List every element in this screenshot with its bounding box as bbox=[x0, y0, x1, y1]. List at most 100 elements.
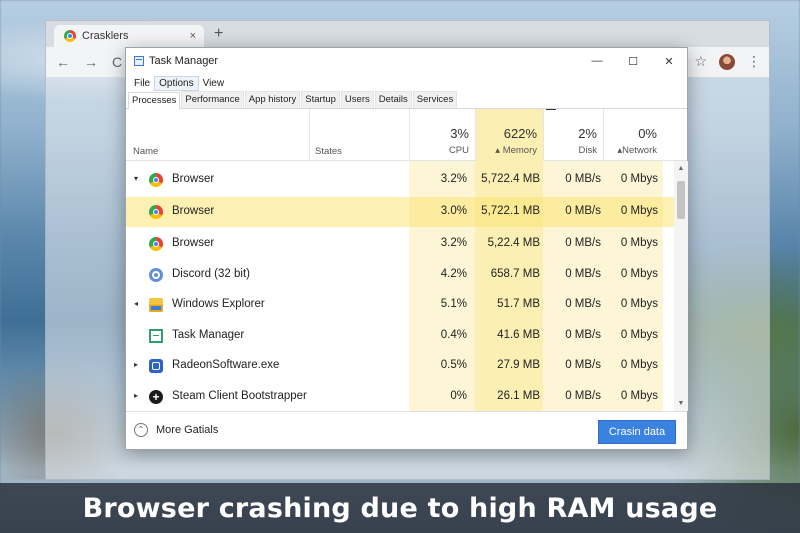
radeon-icon bbox=[149, 359, 163, 373]
reload-icon[interactable]: C bbox=[112, 54, 122, 70]
cpu-value: 4.2% bbox=[440, 268, 467, 280]
browser-tabstrip: Crasklers × + bbox=[46, 21, 769, 47]
scroll-down-icon[interactable]: ▼ bbox=[674, 400, 688, 407]
disk-value: 0 MB/s bbox=[565, 298, 601, 310]
tab-startup[interactable]: Startup bbox=[301, 91, 340, 108]
tab-processes[interactable]: Processes bbox=[128, 92, 181, 109]
chevron-up-icon[interactable]: ⌃ bbox=[134, 423, 148, 437]
vertical-scrollbar[interactable]: ▲ ▼ bbox=[674, 161, 688, 411]
profile-avatar[interactable] bbox=[719, 53, 735, 70]
tab-app-history[interactable]: App history bbox=[244, 91, 301, 108]
process-name: Windows Explorer bbox=[172, 298, 265, 310]
memory-label-wrap: ▴ Memory bbox=[495, 145, 537, 156]
column-disk[interactable]: 2% Disk bbox=[543, 109, 603, 161]
more-details-link[interactable]: More Gatials bbox=[156, 424, 218, 436]
task-manager-app-icon bbox=[134, 56, 144, 66]
disk-label: Disk bbox=[578, 145, 597, 156]
column-cpu[interactable]: 3% CPU bbox=[409, 109, 475, 161]
disk-value: 0 MB/s bbox=[565, 329, 601, 341]
close-tab-icon[interactable]: × bbox=[190, 30, 196, 42]
network-total: 0% bbox=[638, 126, 657, 141]
browser-menu-icon[interactable]: ⋮ bbox=[747, 53, 761, 70]
table-row[interactable]: Task Manager 0.4% 41.6 MB 0 MB/s 0 Mbys bbox=[126, 321, 674, 351]
memory-value: 41.6 MB bbox=[497, 329, 540, 341]
table-row[interactable]: Discord (32 bit) 4.2% 658.7 MB 0 MB/s 0 Mbys bbox=[126, 260, 674, 290]
disk-value: 0 MB/s bbox=[565, 173, 601, 185]
column-name[interactable]: Name bbox=[133, 146, 158, 157]
disk-value: 0 MB/s bbox=[565, 205, 601, 217]
cpu-value: 0% bbox=[450, 390, 467, 402]
new-tab-button[interactable]: + bbox=[214, 25, 223, 43]
cpu-value: 3.2% bbox=[440, 237, 467, 249]
tab-performance[interactable]: Performance bbox=[181, 91, 244, 108]
process-name: Browser bbox=[172, 173, 215, 185]
cpu-value: 5.1% bbox=[440, 298, 467, 310]
minimize-button[interactable]: — bbox=[579, 48, 615, 74]
steam-icon: + bbox=[149, 390, 163, 404]
chrome-icon bbox=[149, 205, 163, 219]
column-status-cell[interactable]: States bbox=[309, 109, 409, 161]
menu-options[interactable]: Options bbox=[154, 75, 199, 91]
menu-bar: File Options View bbox=[126, 74, 687, 92]
forward-icon[interactable]: → bbox=[84, 54, 98, 70]
discord-icon bbox=[149, 268, 163, 282]
memory-value: 51.7 MB bbox=[497, 298, 540, 310]
end-task-button[interactable]: Crasin data bbox=[598, 420, 676, 444]
title-bar: Task Manager — ☐ ✕ bbox=[126, 48, 687, 74]
bookmark-star-icon[interactable]: ☆ bbox=[694, 53, 707, 70]
maximize-button[interactable]: ☐ bbox=[615, 48, 651, 74]
network-value: 0 Mbys bbox=[620, 268, 658, 280]
network-value: 0 Mbys bbox=[620, 173, 658, 185]
caption-text: Browser crashing due to high RAM usage bbox=[82, 492, 718, 524]
cpu-total: 3% bbox=[450, 126, 469, 141]
tab-users[interactable]: Users bbox=[340, 91, 374, 108]
disk-value: 0 MB/s bbox=[565, 390, 601, 402]
table-row[interactable]: Browser 3.2% 5,22.4 MB 0 MB/s 0 Mbys bbox=[126, 229, 674, 259]
chrome-icon bbox=[149, 173, 163, 187]
back-icon[interactable]: ← bbox=[56, 54, 70, 70]
close-button[interactable]: ✕ bbox=[651, 48, 687, 74]
process-name: Discord (32 bit) bbox=[172, 268, 250, 280]
table-row[interactable]: Browser 3.0% 5,722.1 MB 0 MB/s 0 Mbys bbox=[126, 197, 674, 227]
task-manager-icon bbox=[149, 329, 163, 343]
network-value: 0 Mbys bbox=[620, 205, 658, 217]
process-list: ▾ Browser 3.2% 5,722.4 MB 0 MB/s 0 Mbys Browse… bbox=[126, 161, 674, 411]
column-network[interactable]: 0% ▴Network bbox=[603, 109, 663, 161]
network-value: 0 Mbys bbox=[620, 298, 658, 310]
menu-file[interactable]: File bbox=[130, 77, 154, 90]
memory-value: 26.1 MB bbox=[497, 390, 540, 402]
tab-services[interactable]: Services bbox=[412, 91, 458, 108]
expand-chevron-icon[interactable]: ▾ bbox=[134, 174, 138, 183]
sort-arrow-icon: ▴ bbox=[495, 145, 501, 156]
memory-total: 622% bbox=[503, 126, 537, 141]
expand-chevron-icon[interactable]: ◂ bbox=[134, 299, 138, 308]
table-row[interactable]: ▸ + Steam Client Bootstrapper 0% 26.1 MB 0 MB… bbox=[126, 382, 674, 411]
memory-label: Memory bbox=[502, 145, 537, 156]
table-row[interactable]: ▸ RadeonSoftware.exe 0.5% 27.9 MB 0 MB/s 0 Mb… bbox=[126, 351, 674, 381]
browser-tab-title: Crasklers bbox=[82, 30, 129, 42]
column-memory[interactable]: 622% ▴ Memory bbox=[475, 109, 543, 161]
network-value: 0 Mbys bbox=[620, 329, 658, 341]
network-label-wrap: ▴Network bbox=[617, 145, 657, 156]
table-row[interactable]: ▾ Browser 3.2% 5,722.4 MB 0 MB/s 0 Mbys bbox=[126, 165, 674, 195]
column-status: States bbox=[315, 146, 342, 157]
browser-tab[interactable]: Crasklers × bbox=[54, 25, 204, 47]
expand-chevron-icon[interactable]: ▸ bbox=[134, 391, 138, 400]
disk-value: 0 MB/s bbox=[565, 237, 601, 249]
disk-value: 0 MB/s bbox=[565, 268, 601, 280]
menu-view[interactable]: View bbox=[199, 77, 229, 90]
scroll-thumb[interactable] bbox=[677, 181, 685, 219]
cpu-value: 3.0% bbox=[440, 205, 467, 217]
network-value: 0 Mbys bbox=[620, 237, 658, 249]
cpu-value: 3.2% bbox=[440, 173, 467, 185]
sort-indicator bbox=[546, 109, 556, 111]
tab-details[interactable]: Details bbox=[374, 91, 412, 108]
expand-chevron-icon[interactable]: ▸ bbox=[134, 360, 138, 369]
process-name: Task Manager bbox=[172, 329, 245, 341]
table-row[interactable]: ◂ Windows Explorer 5.1% 51.7 MB 0 MB/s 0 Mbys bbox=[126, 290, 674, 320]
scroll-up-icon[interactable]: ▲ bbox=[674, 165, 688, 172]
footer-bar: ⌃ More Gatials Crasin data bbox=[126, 411, 687, 449]
cpu-label: CPU bbox=[448, 145, 469, 156]
task-manager-window: Task Manager — ☐ ✕ File Options View Pro… bbox=[125, 47, 688, 450]
network-value: 0 Mbys bbox=[620, 390, 658, 402]
